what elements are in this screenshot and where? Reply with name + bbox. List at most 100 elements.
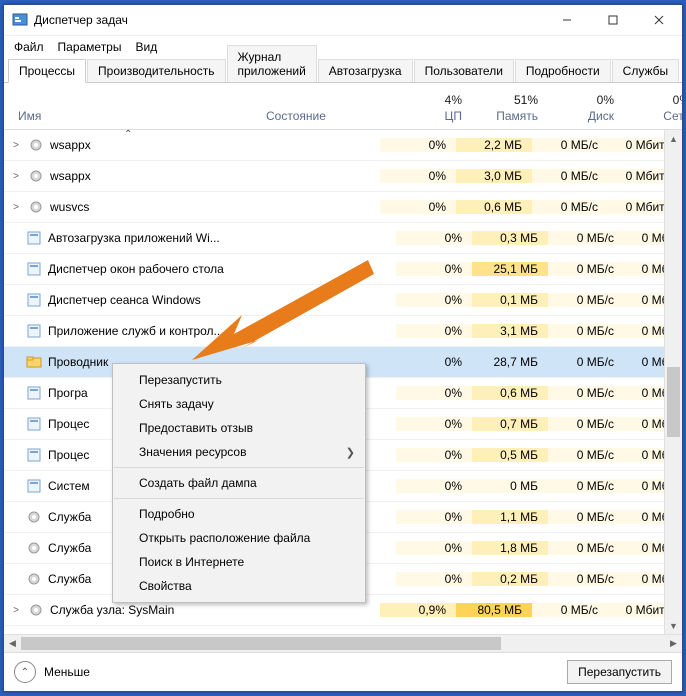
- context-menu: Перезапустить Снять задачу Предоставить …: [112, 363, 366, 603]
- process-name: wsappx: [50, 138, 91, 152]
- expand-icon[interactable]: >: [10, 171, 22, 182]
- table-row[interactable]: Диспетчер окон рабочего стола0%25,1 МБ0 …: [4, 254, 682, 285]
- table-row[interactable]: >wusvcs0%0,6 МБ0 МБ/с0 Мбит/с: [4, 192, 682, 223]
- fewer-details-label[interactable]: Меньше: [44, 665, 90, 679]
- cm-details[interactable]: Подробно: [113, 502, 365, 526]
- disk-cell: 0 МБ/с: [532, 169, 608, 183]
- cm-separator: [114, 467, 364, 468]
- cm-properties[interactable]: Свойства: [113, 574, 365, 598]
- cpu-cell: 0%: [396, 355, 472, 369]
- app-icon: [26, 292, 42, 308]
- task-manager-window: Диспетчер задач Файл Параметры Вид Проце…: [3, 4, 683, 692]
- hscroll-left-icon[interactable]: ◀: [4, 638, 21, 649]
- cm-search-online[interactable]: Поиск в Интернете: [113, 550, 365, 574]
- scroll-down-icon[interactable]: ▼: [665, 617, 682, 634]
- submenu-arrow-icon: ❯: [346, 446, 355, 459]
- app-icon: [26, 478, 42, 494]
- tab-performance[interactable]: Производительность: [87, 59, 225, 82]
- cpu-cell: 0%: [380, 138, 456, 152]
- tab-details[interactable]: Подробности: [515, 59, 611, 82]
- process-name-cell: Приложение служб и контрол...: [4, 323, 266, 339]
- column-state[interactable]: Состояние: [266, 109, 396, 129]
- scroll-thumb[interactable]: [667, 367, 680, 437]
- app-icon: [26, 323, 42, 339]
- vertical-scrollbar[interactable]: ▲ ▼: [664, 130, 682, 634]
- table-row[interactable]: >wsappx0%2,2 МБ0 МБ/с0 Мбит/с: [4, 130, 682, 161]
- process-name: Служба: [48, 541, 91, 555]
- close-button[interactable]: [636, 5, 682, 35]
- table-row[interactable]: >Служба узла: Автоматическая ...0%1,1 МБ…: [4, 626, 682, 634]
- disk-cell: 0 МБ/с: [548, 510, 624, 524]
- memory-cell: 3,1 МБ: [472, 324, 548, 338]
- titlebar: Диспетчер задач: [4, 5, 682, 36]
- gear-icon: [28, 168, 44, 184]
- hscroll-thumb[interactable]: [21, 637, 501, 650]
- expand-icon[interactable]: >: [10, 605, 22, 616]
- scroll-track[interactable]: [665, 147, 682, 617]
- expand-icon[interactable]: >: [10, 140, 22, 151]
- scroll-up-icon[interactable]: ▲: [665, 130, 682, 147]
- memory-cell: 0,7 МБ: [472, 417, 548, 431]
- disk-cell: 0 МБ/с: [548, 479, 624, 493]
- action-button[interactable]: Перезапустить: [567, 660, 672, 684]
- memory-cell: 3,0 МБ: [456, 169, 532, 183]
- hscroll-right-icon[interactable]: ▶: [665, 638, 682, 649]
- process-name-cell: Диспетчер сеанса Windows: [4, 292, 266, 308]
- cpu-cell: 0%: [396, 479, 472, 493]
- app-icon: [26, 416, 42, 432]
- cm-resource-values[interactable]: Значения ресурсов❯: [113, 440, 365, 464]
- memory-cell: 0,5 МБ: [472, 448, 548, 462]
- column-state-label: Состояние: [266, 109, 326, 123]
- memory-cell: 0,6 МБ: [472, 386, 548, 400]
- table-row[interactable]: Диспетчер сеанса Windows0%0,1 МБ0 МБ/с0 …: [4, 285, 682, 316]
- cm-restart[interactable]: Перезапустить: [113, 368, 365, 392]
- menu-options[interactable]: Параметры: [58, 40, 122, 54]
- disk-cell: 0 МБ/с: [548, 448, 624, 462]
- cpu-cell: 0,9%: [380, 603, 456, 617]
- tab-app-history[interactable]: Журнал приложений: [227, 45, 317, 82]
- process-name: Автозагрузка приложений Wi...: [48, 231, 220, 245]
- process-name: wusvcs: [50, 200, 89, 214]
- memory-cell: 1,1 МБ: [472, 510, 548, 524]
- cpu-cell: 0%: [396, 324, 472, 338]
- column-memory[interactable]: 51% Память: [472, 93, 548, 129]
- gear-icon: [26, 509, 42, 525]
- menubar: Файл Параметры Вид: [4, 36, 682, 58]
- cm-feedback[interactable]: Предоставить отзыв: [113, 416, 365, 440]
- expand-icon[interactable]: >: [10, 202, 22, 213]
- horizontal-scrollbar[interactable]: ◀ ▶: [4, 634, 682, 652]
- tab-strip: Процессы Производительность Журнал прило…: [4, 58, 682, 83]
- process-name-cell: Автозагрузка приложений Wi...: [4, 230, 266, 246]
- column-disk[interactable]: 0% Диск: [548, 93, 624, 129]
- tab-users[interactable]: Пользователи: [414, 59, 514, 82]
- minimize-button[interactable]: [544, 5, 590, 35]
- menu-file[interactable]: Файл: [14, 40, 44, 54]
- app-icon: [26, 261, 42, 277]
- cm-end-task[interactable]: Снять задачу: [113, 392, 365, 416]
- menu-view[interactable]: Вид: [135, 40, 157, 54]
- disk-cell: 0 МБ/с: [548, 324, 624, 338]
- memory-cell: 25,1 МБ: [472, 262, 548, 276]
- cm-open-location[interactable]: Открыть расположение файла: [113, 526, 365, 550]
- gear-icon: [28, 199, 44, 215]
- cm-create-dump[interactable]: Создать файл дампа: [113, 471, 365, 495]
- disk-label: Диск: [548, 109, 614, 129]
- process-name-cell: >Служба узла: SysMain: [4, 602, 250, 618]
- table-row[interactable]: Приложение служб и контрол... 0%3,1 МБ0 М…: [4, 316, 682, 347]
- process-name: Програ: [48, 386, 88, 400]
- column-name[interactable]: ⌃ Имя: [4, 123, 266, 129]
- app-icon: [26, 230, 42, 246]
- tab-services[interactable]: Службы: [612, 59, 679, 82]
- fewer-details-icon[interactable]: ⌃: [14, 661, 36, 683]
- tab-startup[interactable]: Автозагрузка: [318, 59, 413, 82]
- cpu-cell: 0%: [396, 262, 472, 276]
- table-row[interactable]: Автозагрузка приложений Wi...0%0,3 МБ0 М…: [4, 223, 682, 254]
- footer: ⌃ Меньше Перезапустить: [4, 652, 682, 691]
- tab-processes[interactable]: Процессы: [8, 59, 86, 83]
- maximize-button[interactable]: [590, 5, 636, 35]
- hscroll-track[interactable]: [21, 635, 665, 652]
- column-cpu[interactable]: 4% ЦП: [396, 93, 472, 129]
- column-network[interactable]: 0% Сеть: [624, 93, 683, 129]
- table-row[interactable]: >wsappx0%3,0 МБ0 МБ/с0 Мбит/с: [4, 161, 682, 192]
- cpu-cell: 0%: [396, 231, 472, 245]
